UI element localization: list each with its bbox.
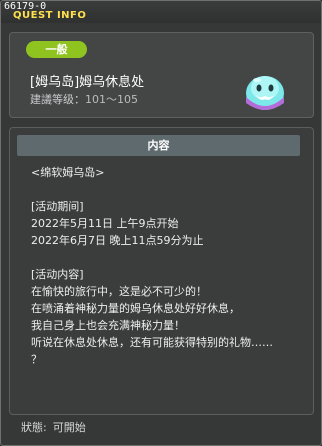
content-blank-line bbox=[31, 181, 301, 198]
content-line: 听说在休息处休息，还有可能获得特别的礼物…… bbox=[31, 336, 273, 349]
quest-status: 狀態: 可開始 bbox=[21, 419, 86, 435]
content-panel: 内容 <绵软姆乌岛> [活动期间] 2022年5月11日 上午9点开始 2022… bbox=[9, 127, 314, 415]
content-line: ？ bbox=[31, 353, 42, 366]
quest-type-badge: 一般 bbox=[26, 41, 87, 58]
level-range: 101～105 bbox=[85, 93, 138, 106]
content-line: 在愉快的旅行中，这是必不可少的！ bbox=[31, 285, 207, 298]
content-line: 2022年5月11日 上午9点开始 bbox=[31, 217, 179, 230]
content-blank-line bbox=[31, 249, 301, 266]
window-title: QUEST INFO bbox=[13, 10, 87, 21]
ghost-npc-icon bbox=[246, 76, 284, 110]
content-line: [活动内容] bbox=[31, 268, 84, 281]
content-body: <绵软姆乌岛> [活动期间] 2022年5月11日 上午9点开始 2022年6月… bbox=[31, 164, 301, 368]
quest-info-window: 66179-0 QUEST INFO 一般 [姆乌岛]姆乌休息处 建議等级：10… bbox=[0, 0, 322, 446]
content-header: 内容 bbox=[17, 135, 300, 156]
content-line: [活动期间] bbox=[31, 200, 84, 213]
status-label: 狀態: bbox=[21, 421, 47, 434]
title-bar[interactable]: 66179-0 QUEST INFO bbox=[1, 1, 321, 23]
content-line: 在喷涌着神秘力量的姆乌休息处好好休息， bbox=[31, 302, 240, 315]
level-label: 建議等级： bbox=[30, 93, 85, 106]
recommended-level: 建議等级：101～105 bbox=[30, 91, 138, 107]
quest-header-card: 一般 [姆乌岛]姆乌休息处 建議等级：101～105 bbox=[9, 32, 314, 118]
content-line: 2022年6月7日 晚上11点59分为止 bbox=[31, 234, 204, 247]
status-value: 可開始 bbox=[52, 421, 86, 434]
content-line: 我自己身上也会充满神秘力量！ bbox=[31, 319, 185, 332]
quest-name: [姆乌岛]姆乌休息处 bbox=[30, 75, 145, 90]
content-line: <绵软姆乌岛> bbox=[31, 166, 105, 179]
